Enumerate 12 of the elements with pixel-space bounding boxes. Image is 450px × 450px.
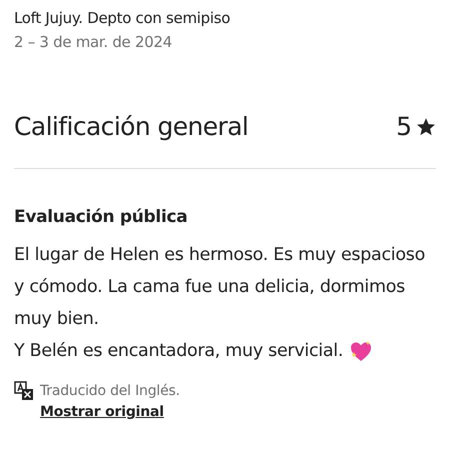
stay-dates: 2 – 3 de mar. de 2024 — [14, 32, 173, 53]
rating-value: 5 — [396, 112, 412, 141]
show-original-link[interactable]: Mostrar original — [40, 401, 180, 423]
translate-icon — [14, 381, 34, 401]
star-icon — [416, 116, 436, 136]
section-heading: Evaluación pública — [14, 207, 188, 227]
listing-title: Loft Jujuy. Depto con semipiso — [14, 8, 232, 29]
review-text: El lugar de Helen es hermoso. Es muy espacioso y cómodo. La cama fue una delicia, dormimos muy bien. — [14, 244, 426, 331]
sparkling-heart-icon — [349, 340, 374, 362]
translation-note: Traducido del Inglés. — [40, 382, 180, 401]
rating-label: Calificación general — [14, 112, 248, 141]
review-text: Y Belén es encantadora, muy servicial. — [14, 340, 344, 363]
